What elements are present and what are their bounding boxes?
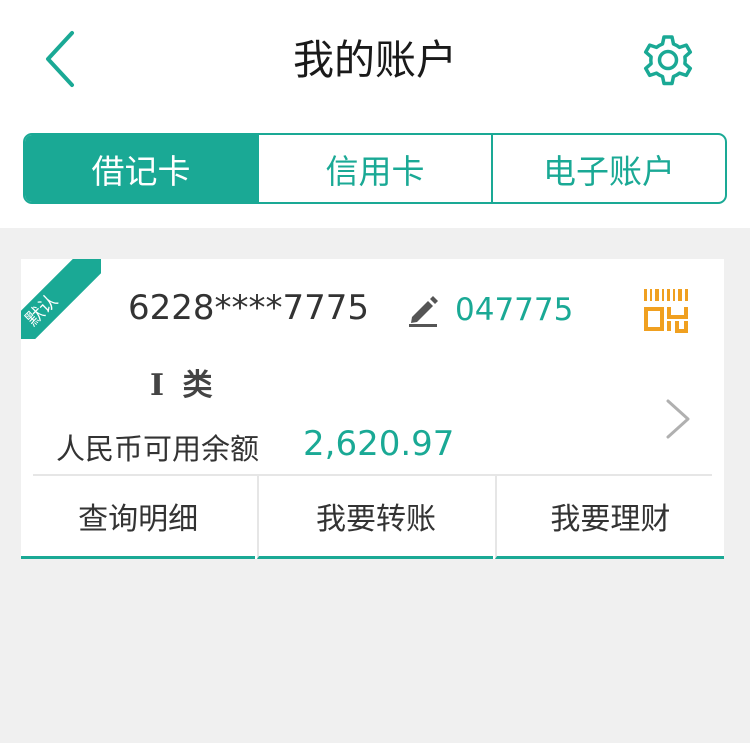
card-detail-arrow[interactable] [662, 395, 694, 443]
balance-label: 人民币可用余额 [56, 432, 260, 466]
tab-debit-card[interactable]: 借记卡 [25, 135, 257, 202]
pencil-icon [409, 296, 438, 327]
card-masked-number: 6228****7775 [128, 288, 370, 328]
balance-value: 2,620.97 [303, 424, 455, 464]
header-bar: 我的账户 借记卡 信用卡 电子账户 [0, 0, 750, 228]
card-actions: 查询明细 我要转账 我要理财 [21, 476, 724, 559]
account-class-label: I 类 [150, 368, 217, 403]
transfer-button[interactable]: 我要转账 [257, 476, 493, 559]
settings-button[interactable] [634, 26, 702, 94]
account-type-tabs: 借记卡 信用卡 电子账户 [23, 133, 727, 204]
default-badge: 默认 [21, 259, 101, 339]
query-details-button[interactable]: 查询明细 [21, 476, 256, 559]
card-alias: 047775 [455, 292, 574, 328]
qr-code-button[interactable] [642, 288, 690, 334]
gear-icon [643, 35, 693, 86]
default-ribbon: 默认 [21, 259, 101, 339]
qr-code-icon [644, 289, 688, 333]
edit-alias-button[interactable] [407, 293, 439, 327]
chevron-right-icon [666, 399, 690, 439]
tab-credit-card[interactable]: 信用卡 [257, 135, 491, 202]
wealth-management-button[interactable]: 我要理财 [494, 476, 724, 559]
tab-electronic-account[interactable]: 电子账户 [491, 135, 725, 202]
